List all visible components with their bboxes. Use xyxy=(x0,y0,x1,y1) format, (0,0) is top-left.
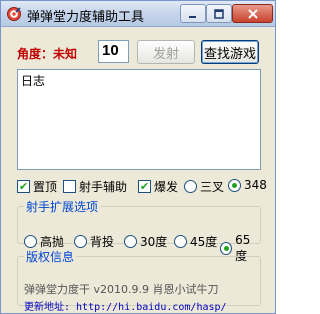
radio-empty-icon xyxy=(74,235,87,248)
angle-value-field[interactable]: 10 xyxy=(98,40,129,63)
options-row: ✔ 置顶 射手辅助 ✔ 爆发 三叉 348 xyxy=(1,178,275,194)
burst-checkbox[interactable]: ✔ 爆发 xyxy=(138,178,178,195)
pin-label: 置顶 xyxy=(33,180,58,194)
minimize-button[interactable] xyxy=(180,4,206,23)
fire-button[interactable]: 发射 xyxy=(137,40,195,64)
triple-radio[interactable]: 三叉 xyxy=(184,178,224,195)
aim-assist-label: 射手辅助 xyxy=(79,180,128,194)
window-title: 弹弹堂力度辅助工具 xyxy=(27,10,145,25)
copyright-legend: 版权信息 xyxy=(26,250,75,264)
radio-empty-icon xyxy=(124,235,137,248)
checkmark-icon: ✔ xyxy=(138,180,151,193)
shooter-radio-row: 高抛 背投 30度 45度 65度 xyxy=(24,233,260,263)
triple-label: 三叉 xyxy=(200,180,225,194)
update-link[interactable]: 更新地址: http://hi.baidu.com/hasp/ xyxy=(24,298,227,313)
find-game-button[interactable]: 查找游戏 xyxy=(201,40,259,64)
log-textarea[interactable]: 日志 xyxy=(17,69,261,170)
version-text: 弹弹堂力度干 v2010.9.9 肖恩小试牛刀 xyxy=(24,283,219,296)
radio-empty-icon xyxy=(24,235,37,248)
app-window: 弹弹堂力度辅助工具 角度：未知 10 发射 查找游戏 日志 ✔ 置顶 射手辅助 xyxy=(0,0,276,314)
maximize-button[interactable] xyxy=(206,4,232,23)
shooter-options-legend: 射手扩展选项 xyxy=(26,200,99,214)
maximize-icon xyxy=(214,8,224,19)
minimize-icon xyxy=(189,15,196,18)
aim-assist-checkbox[interactable]: 射手辅助 xyxy=(63,178,127,195)
close-icon xyxy=(247,8,258,19)
client-area: 角度：未知 10 发射 查找游戏 日志 ✔ 置顶 射手辅助 ✔ 爆发 三叉 34… xyxy=(1,28,275,313)
copyright-group: 版权信息 弹弹堂力度干 v2010.9.9 肖恩小试牛刀 更新地址: http:… xyxy=(17,248,261,313)
target-icon xyxy=(7,7,21,21)
angle-label: 角度：未知 xyxy=(17,47,78,61)
checkbox-empty-icon xyxy=(63,180,76,193)
checkmark-icon: ✔ xyxy=(17,180,30,193)
v348-label: 348 xyxy=(244,178,267,192)
burst-label: 爆发 xyxy=(154,180,179,194)
radio-selected-icon xyxy=(228,178,241,192)
radio-empty-icon xyxy=(174,235,187,248)
pin-checkbox[interactable]: ✔ 置顶 xyxy=(17,178,57,195)
close-button[interactable] xyxy=(232,4,273,23)
shooter-options-group: 射手扩展选项 高抛 背投 30度 45度 65度 xyxy=(17,198,261,263)
title-bar[interactable]: 弹弹堂力度辅助工具 xyxy=(1,1,275,27)
v348-radio[interactable]: 348 xyxy=(228,178,267,192)
radio-empty-icon xyxy=(184,180,197,193)
